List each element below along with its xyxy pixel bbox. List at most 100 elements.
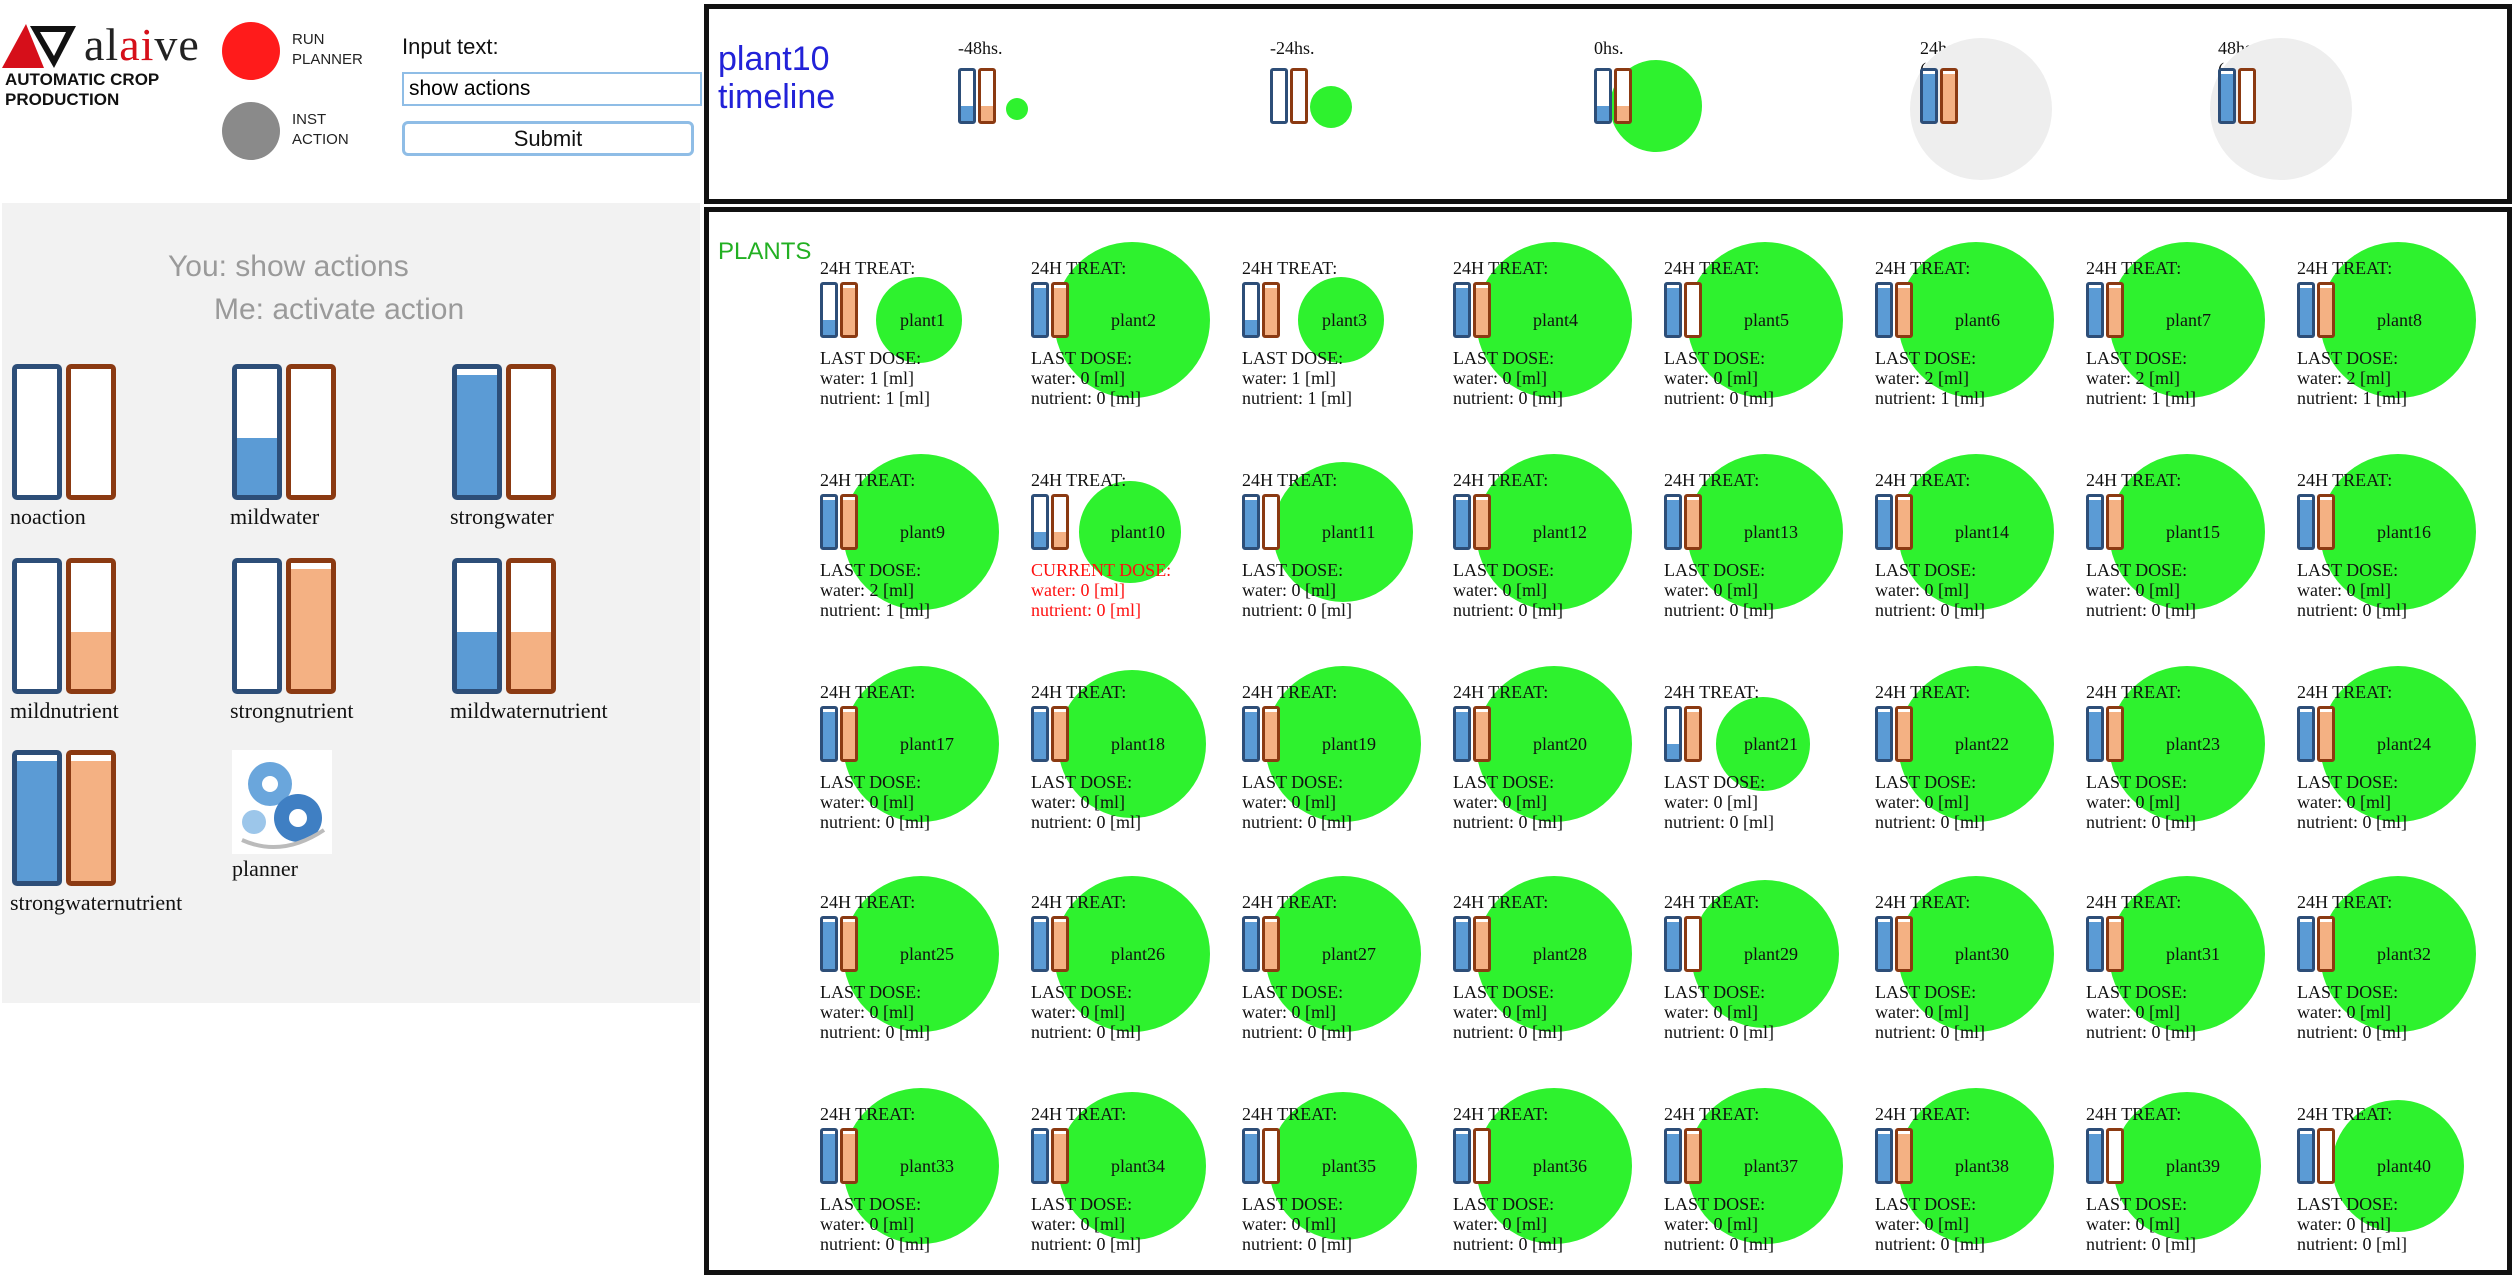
water-level xyxy=(1456,711,1468,759)
dose-nutrient: nutrient: 0 [ml] xyxy=(820,812,930,832)
submit-button[interactable]: Submit xyxy=(402,121,694,156)
water-level xyxy=(1034,532,1046,547)
dose-nutrient: nutrient: 0 [ml] xyxy=(1453,1022,1563,1042)
run-planner-button[interactable] xyxy=(222,22,280,80)
water-gauge xyxy=(2297,282,2315,338)
dose-nutrient: nutrient: 0 [ml] xyxy=(1664,1022,1774,1042)
dose-nutrient: nutrient: 0 [ml] xyxy=(1453,600,1563,620)
dose-water: water: 0 [ml] xyxy=(2297,1214,2391,1234)
plant-name: plant7 xyxy=(2166,310,2211,330)
nutrient-gauge xyxy=(840,916,858,972)
nutrient-level xyxy=(1054,711,1066,759)
plant-name: plant19 xyxy=(1322,734,1376,754)
dose-nutrient: nutrient: 0 [ml] xyxy=(2086,1022,2196,1042)
nutrient-level xyxy=(2109,287,2121,335)
chat-you: You: show actions xyxy=(168,250,409,283)
treat-label: 24H TREAT: xyxy=(820,682,916,702)
dose-nutrient: nutrient: 0 [ml] xyxy=(1875,812,1985,832)
water-gauge xyxy=(1664,916,1682,972)
nutrient-gauge xyxy=(1895,282,1913,338)
nutrient-gauge xyxy=(2238,68,2256,124)
water-level xyxy=(237,438,277,495)
treat-label: 24H TREAT: xyxy=(1664,892,1760,912)
treat-label: 24H TREAT: xyxy=(2297,682,2393,702)
water-level xyxy=(1878,499,1890,547)
nutrient-gauge xyxy=(1684,916,1702,972)
text-input[interactable] xyxy=(402,72,702,106)
water-level xyxy=(1034,921,1046,969)
water-gauge xyxy=(1031,282,1049,338)
treat-label: 24H TREAT: xyxy=(2086,892,2182,912)
water-level xyxy=(1597,106,1609,121)
action-mildnutrient[interactable]: mildnutrient xyxy=(10,558,202,738)
dose-label: LAST DOSE: xyxy=(2086,560,2188,580)
plant-name: plant6 xyxy=(1955,310,2000,330)
dose-water: water: 0 [ml] xyxy=(1031,580,1125,600)
water-gauge xyxy=(820,494,838,550)
dose-water: water: 0 [ml] xyxy=(1242,792,1336,812)
plant-name: plant3 xyxy=(1322,310,1367,330)
dose-label: LAST DOSE: xyxy=(2297,560,2399,580)
inst-action-button[interactable] xyxy=(222,102,280,160)
water-level xyxy=(1456,499,1468,547)
treat-label: 24H TREAT: xyxy=(820,892,916,912)
nutrient-level xyxy=(1054,287,1066,335)
nutrient-gauge xyxy=(286,558,336,694)
dose-label: LAST DOSE: xyxy=(2297,1194,2399,1214)
nutrient-level xyxy=(1265,711,1277,759)
treat-label: 24H TREAT: xyxy=(2297,470,2393,490)
treat-label: 24H TREAT: xyxy=(1242,682,1338,702)
dose-label: LAST DOSE: xyxy=(1875,1194,1977,1214)
water-gauge xyxy=(1664,1128,1682,1184)
action-planner[interactable]: planner xyxy=(232,750,422,930)
treat-label: 24H TREAT: xyxy=(2297,892,2393,912)
dose-label: LAST DOSE: xyxy=(820,560,922,580)
water-gauge xyxy=(2297,1128,2315,1184)
plant-circle xyxy=(1310,86,1352,128)
water-level xyxy=(823,1133,835,1181)
water-gauge xyxy=(232,558,282,694)
dose-water: water: 0 [ml] xyxy=(1664,792,1758,812)
nutrient-level xyxy=(71,632,111,689)
dose-nutrient: nutrient: 0 [ml] xyxy=(2297,812,2407,832)
dose-water: water: 0 [ml] xyxy=(1664,1214,1758,1234)
chat-me: Me: activate action xyxy=(214,293,465,326)
treat-label: 24H TREAT: xyxy=(820,470,916,490)
action-strongnutrient[interactable]: strongnutrient xyxy=(230,558,422,738)
treat-label: 24H TREAT: xyxy=(1031,470,1127,490)
treat-label: 24H TREAT: xyxy=(1875,470,1971,490)
plant-name: plant4 xyxy=(1533,310,1578,330)
nutrient-level xyxy=(843,499,855,547)
dose-nutrient: nutrient: 0 [ml] xyxy=(1242,1234,1352,1254)
plant-name: plant36 xyxy=(1533,1156,1587,1176)
nutrient-gauge xyxy=(1051,494,1069,550)
action-strongwater[interactable]: strongwater xyxy=(450,364,642,544)
water-level xyxy=(1667,1133,1679,1181)
water-level xyxy=(1878,287,1890,335)
water-gauge xyxy=(2086,494,2104,550)
water-gauge xyxy=(1270,68,1288,124)
water-level xyxy=(1923,73,1935,121)
treat-label: 24H TREAT: xyxy=(1031,892,1127,912)
water-gauge xyxy=(820,706,838,762)
nutrient-level xyxy=(511,632,551,689)
dose-water: water: 0 [ml] xyxy=(2297,1002,2391,1022)
water-gauge xyxy=(1453,282,1471,338)
action-noaction[interactable]: noaction xyxy=(10,364,202,544)
dose-nutrient: nutrient: 0 [ml] xyxy=(1031,600,1141,620)
timeline-label: 0hs. xyxy=(1594,38,1624,58)
nutrient-level xyxy=(843,1133,855,1181)
water-gauge xyxy=(232,364,282,500)
action-mildwaternutrient[interactable]: mildwaternutrient xyxy=(450,558,642,738)
dose-nutrient: nutrient: 1 [ml] xyxy=(820,388,930,408)
water-level xyxy=(1667,744,1679,759)
dose-water: water: 0 [ml] xyxy=(1664,368,1758,388)
action-mildwater[interactable]: mildwater xyxy=(230,364,422,544)
plant-name: plant20 xyxy=(1533,734,1587,754)
nutrient-gauge xyxy=(2106,494,2124,550)
dose-water: water: 0 [ml] xyxy=(1031,1214,1125,1234)
water-level xyxy=(1034,287,1046,335)
nutrient-gauge xyxy=(2317,282,2335,338)
nutrient-gauge xyxy=(1051,1128,1069,1184)
action-strongwaternutrient[interactable]: strongwaternutrient xyxy=(10,750,202,930)
